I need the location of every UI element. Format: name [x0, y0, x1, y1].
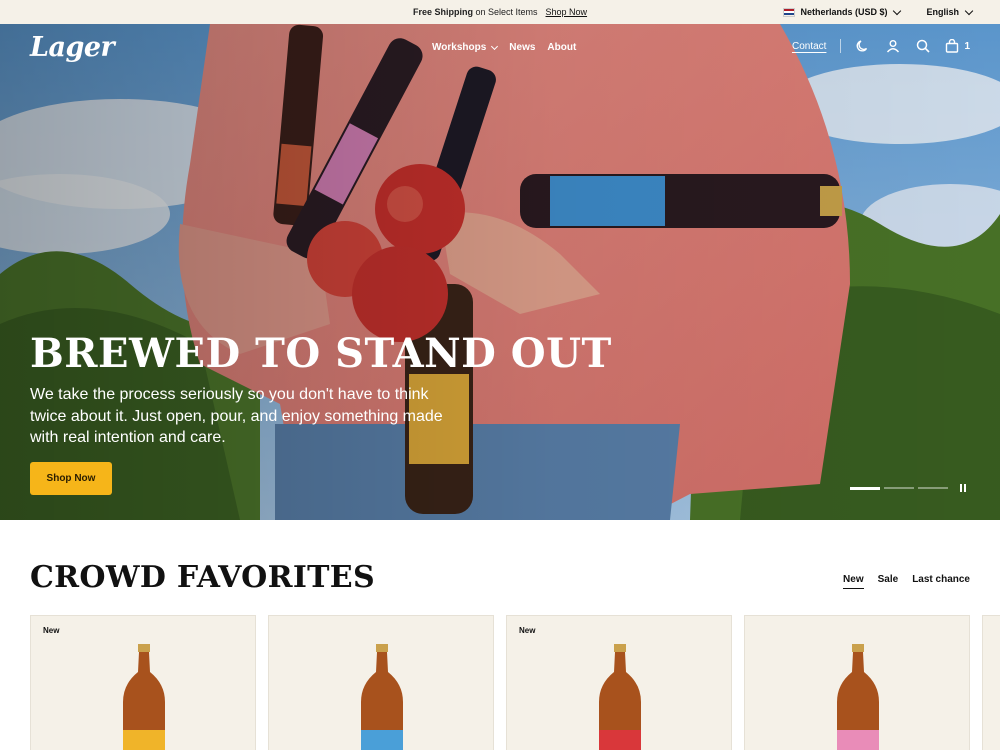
beer-bottle-image: [599, 644, 641, 750]
cart-button[interactable]: 1: [945, 39, 970, 53]
hero-section: Lager Workshops News About Contact 1 BRE…: [0, 24, 1000, 520]
slide-indicator[interactable]: [918, 487, 948, 489]
chevron-down-icon: [491, 42, 499, 50]
announcement-text: Free Shipping on Select Items: [412, 7, 538, 17]
product-carousel: New New: [30, 615, 1000, 750]
tab-new[interactable]: New: [843, 574, 864, 589]
new-badge: New: [519, 626, 536, 635]
menu-item-label: News: [509, 42, 536, 53]
menu: Workshops News About: [432, 42, 576, 53]
menu-item-label: Workshops: [432, 42, 487, 53]
product-card[interactable]: New: [30, 615, 256, 750]
menu-item-news[interactable]: News: [509, 42, 535, 53]
product-tabs: New Sale Last chance: [843, 574, 970, 589]
chevron-down-icon: [964, 6, 974, 15]
hero-title: BREWED TO STAND OUT: [30, 330, 612, 377]
chevron-down-icon: [893, 6, 902, 15]
menu-item-workshops[interactable]: Workshops: [432, 42, 499, 53]
product-card[interactable]: [744, 615, 970, 750]
announcement-shop-link[interactable]: Shop Now: [546, 7, 588, 17]
product-card[interactable]: [982, 615, 1000, 750]
country-selector[interactable]: Netherlands (USD $): [783, 6, 902, 17]
cart-icon: [946, 39, 959, 53]
tab-sale[interactable]: Sale: [878, 574, 899, 589]
announcement-bar: Free Shipping on Select Items Shop Now N…: [0, 0, 1000, 24]
language-label: English: [926, 7, 959, 17]
pause-icon[interactable]: [960, 484, 968, 494]
new-badge: New: [43, 626, 60, 635]
product-card[interactable]: [268, 615, 494, 750]
menu-item-label: About: [547, 42, 577, 53]
slide-indicator[interactable]: [850, 487, 880, 490]
search-icon[interactable]: [915, 38, 931, 54]
netherlands-flag-icon: [783, 7, 796, 17]
locale-selectors: Netherlands (USD $) English: [783, 0, 974, 24]
section-title: CROWD FAVORITES: [30, 560, 375, 595]
menu-item-about[interactable]: About: [547, 42, 576, 53]
hero-description: We take the process seriously so you don…: [30, 386, 443, 446]
language-selector[interactable]: English: [926, 6, 974, 17]
hero-shop-now-button[interactable]: Shop Now: [30, 462, 112, 495]
product-card[interactable]: New: [506, 615, 732, 750]
tab-last-chance[interactable]: Last chance: [912, 574, 970, 589]
slide-indicator[interactable]: [884, 487, 914, 489]
logo[interactable]: Lager: [30, 32, 115, 63]
moon-icon[interactable]: [855, 38, 871, 54]
beer-bottle-image: [361, 644, 403, 750]
divider: [840, 39, 842, 53]
contact-link[interactable]: Contact: [792, 41, 826, 52]
main-navigation: Lager Workshops News About Contact 1: [0, 24, 1000, 74]
country-label: Netherlands (USD $): [800, 7, 888, 17]
cart-count: 1: [964, 40, 970, 52]
beer-bottle-image: [123, 644, 165, 750]
header-actions: Contact 1: [792, 38, 970, 54]
beer-bottle-image: [837, 644, 879, 750]
slide-indicators: [850, 487, 948, 490]
account-icon[interactable]: [885, 38, 901, 54]
